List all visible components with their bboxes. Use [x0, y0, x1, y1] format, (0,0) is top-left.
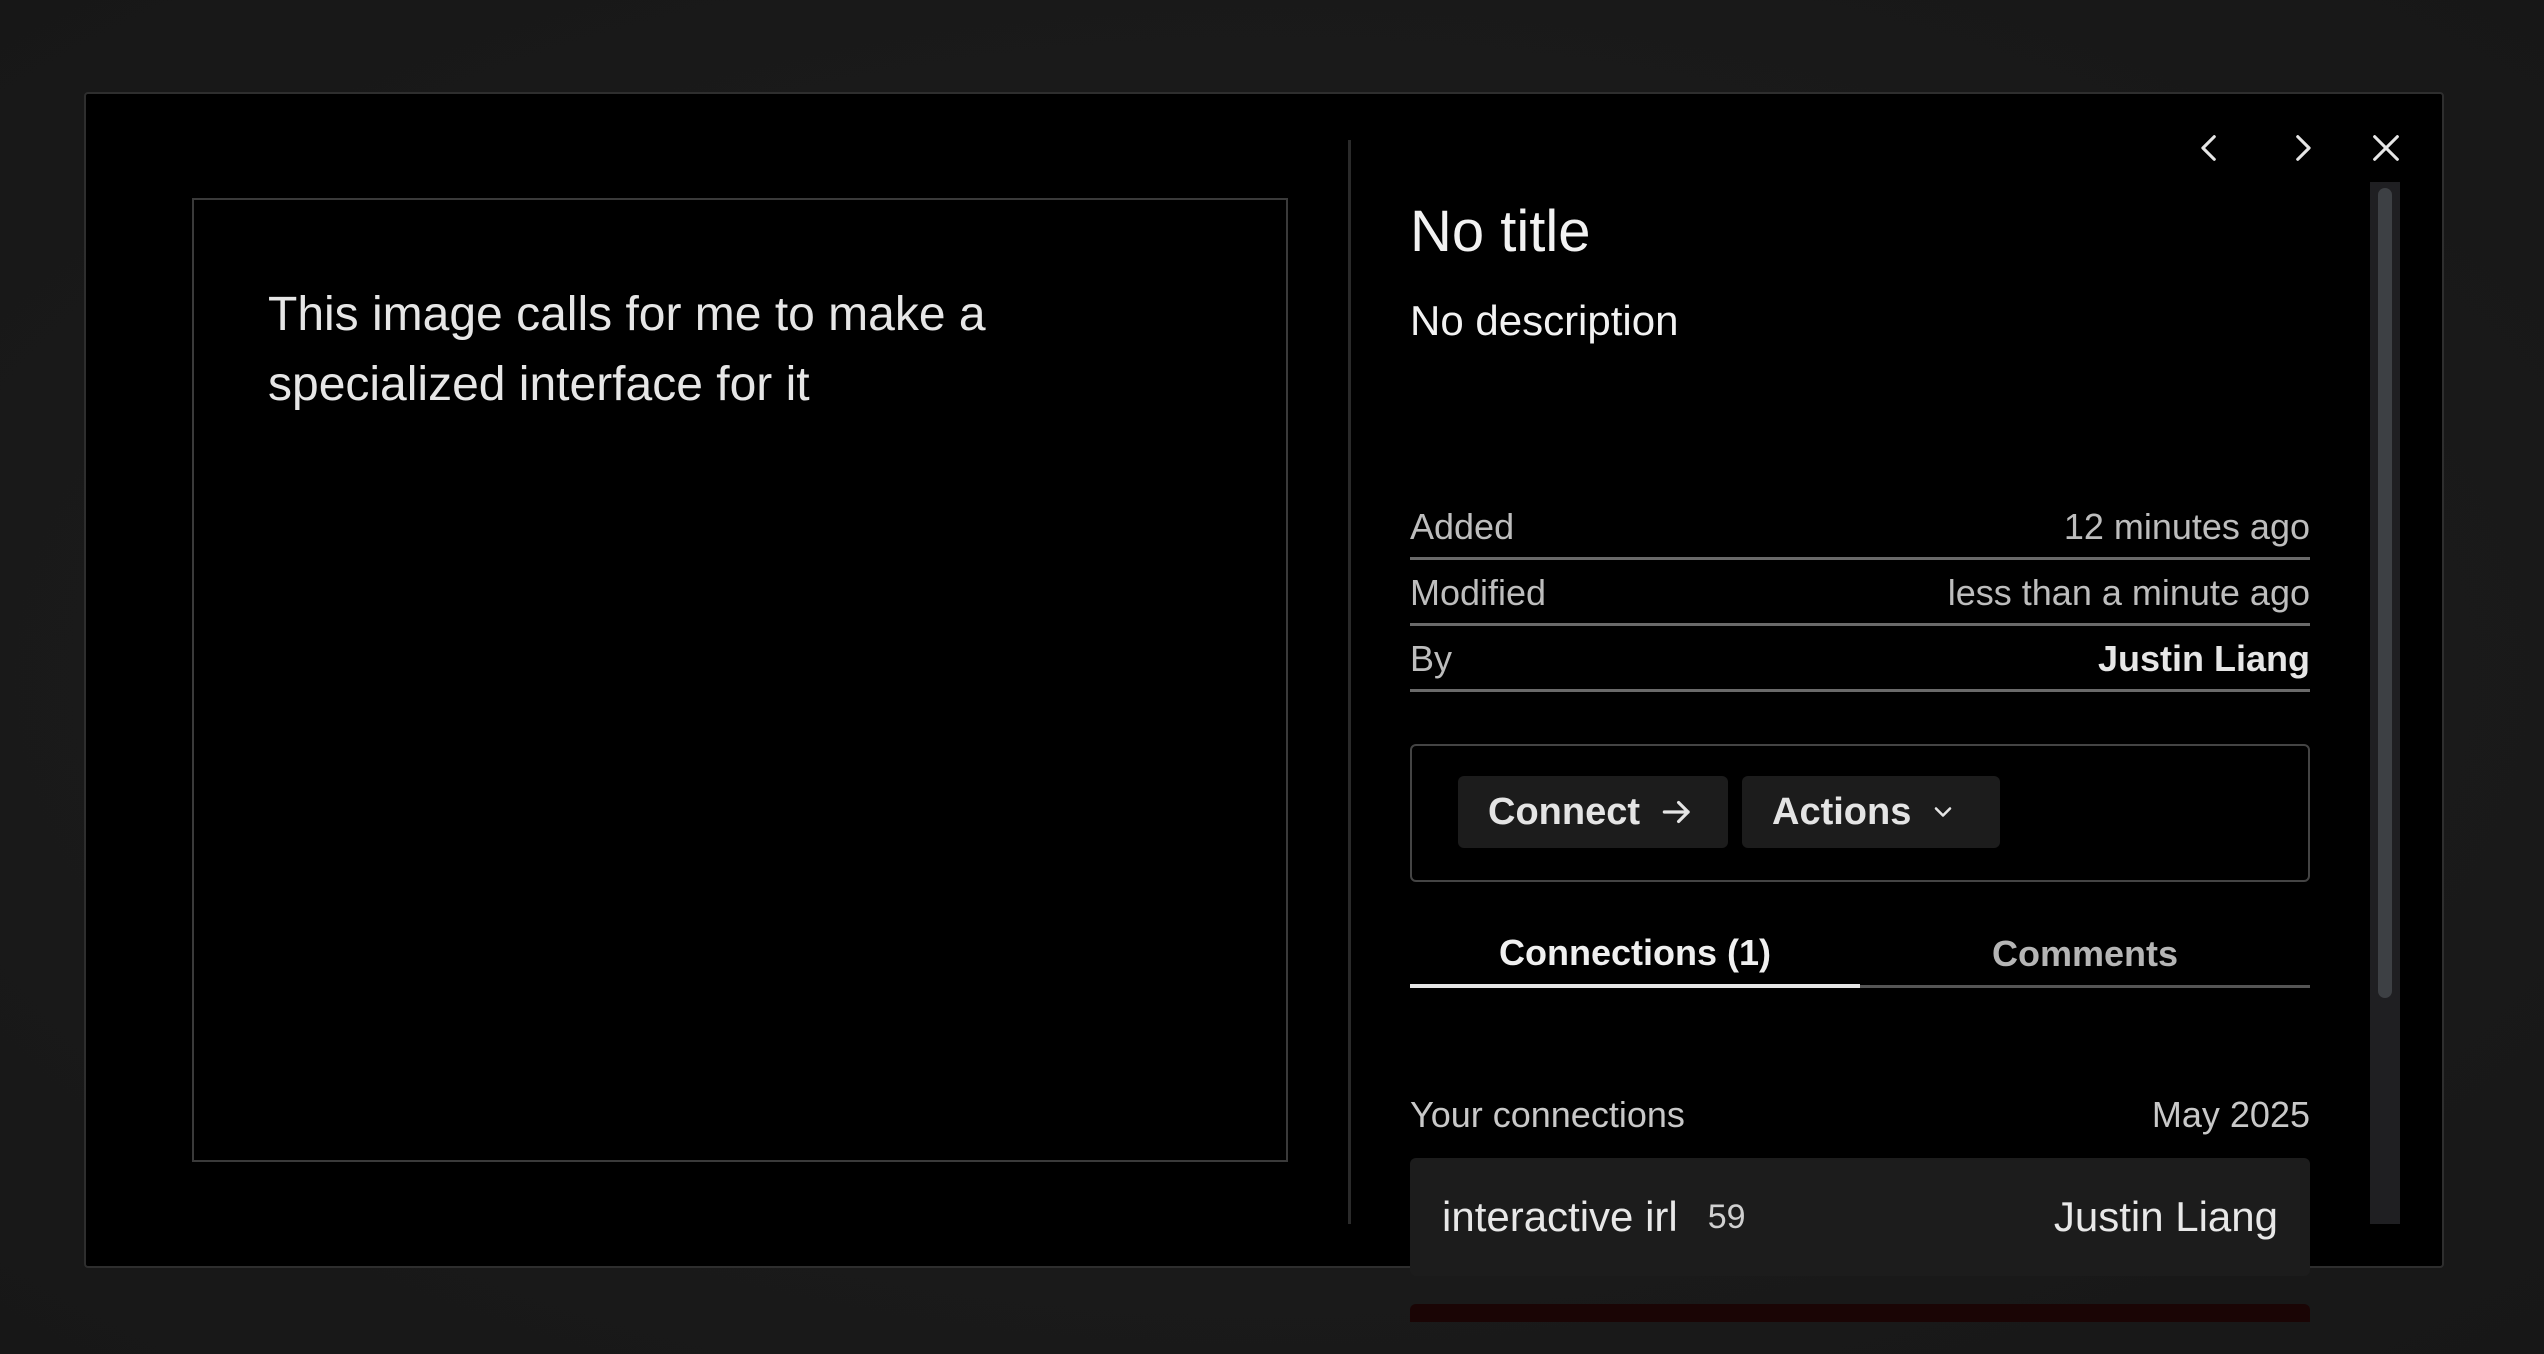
meta-row-modified: Modified less than a minute ago: [1410, 562, 2310, 626]
connections-header: Your connections May 2025: [1410, 1094, 2310, 1136]
meta-row-added: Added 12 minutes ago: [1410, 496, 2310, 560]
block-description[interactable]: No description: [1410, 292, 1678, 350]
meta-value: less than a minute ago: [1947, 571, 2310, 613]
connect-button[interactable]: Connect: [1458, 776, 1728, 848]
connections-heading: Your connections: [1410, 1094, 1685, 1135]
tab-connections[interactable]: Connections (1): [1410, 922, 1860, 988]
scrollbar[interactable]: [2370, 182, 2400, 1224]
close-icon: [2373, 135, 2399, 161]
actions-toolbar: Connect Actions: [1410, 744, 2310, 882]
chevron-down-icon: [1935, 807, 1952, 817]
channel-owner: Justin Liang: [2053, 1193, 2278, 1240]
connect-label: Connect: [1488, 790, 1640, 833]
panel-tabs: Connections (1) Comments: [1410, 922, 2310, 988]
preview-text: This image calls for me to make a specia…: [268, 288, 986, 411]
block-modal: This image calls for me to make a specia…: [84, 92, 2444, 1322]
previous-button[interactable]: [2180, 118, 2240, 178]
meta-label: Added: [1410, 505, 1515, 547]
actions-label: Actions: [1772, 790, 1912, 833]
chevron-right-icon: [2296, 135, 2311, 161]
block-title[interactable]: No title: [1410, 194, 1591, 270]
block-preview: This image calls for me to make a specia…: [192, 198, 1288, 1162]
arrow-right-icon: [1662, 800, 1690, 824]
channel-count: 59: [1707, 1197, 1746, 1236]
panel-divider: [1348, 140, 1351, 1224]
chevron-left-icon: [2201, 135, 2216, 161]
tab-comments[interactable]: Comments: [1860, 922, 2310, 988]
meta-row-by: By Justin Liang: [1410, 628, 2310, 692]
meta-label: By: [1410, 637, 1453, 679]
channel-name: interactive irl: [1442, 1193, 1678, 1240]
author-link[interactable]: Justin Liang: [2098, 638, 2310, 680]
next-connection-item[interactable]: [1410, 1304, 2310, 1322]
actions-dropdown[interactable]: Actions: [1742, 776, 2000, 848]
close-button[interactable]: [2356, 118, 2416, 178]
scrollbar-thumb[interactable]: [2378, 188, 2392, 998]
connections-date: May 2025: [2151, 1094, 2310, 1135]
meta-value: 12 minutes ago: [2063, 505, 2310, 547]
next-button[interactable]: [2272, 118, 2332, 178]
meta-label: Modified: [1410, 571, 1547, 613]
connection-item[interactable]: interactive irl 59 Justin Liang: [1410, 1158, 2310, 1276]
